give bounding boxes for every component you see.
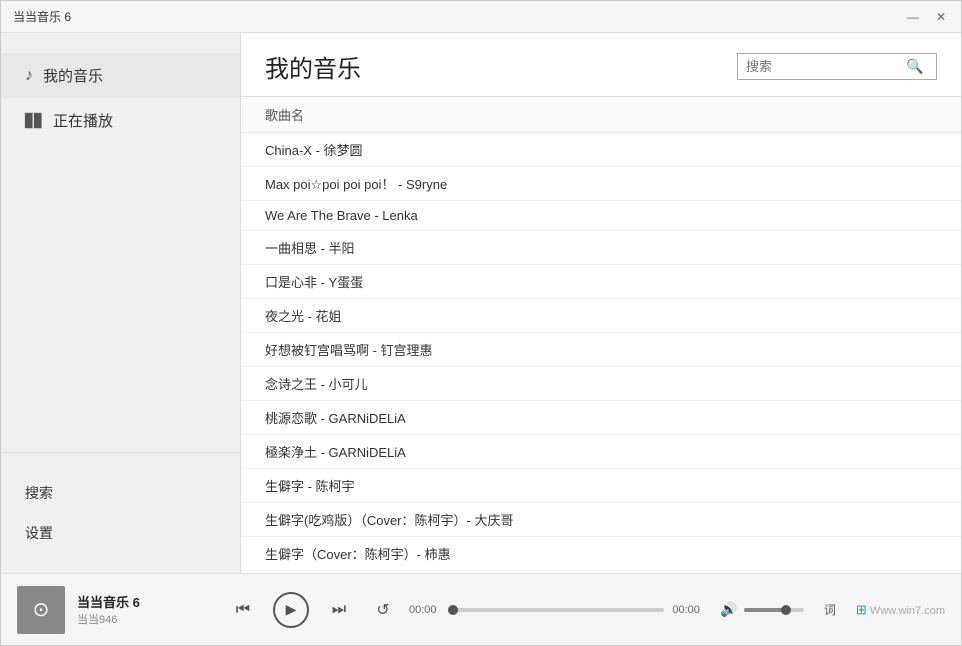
lyrics-button[interactable]: 词 [824, 601, 836, 618]
minimize-button[interactable]: — [901, 7, 925, 27]
song-list: China-X - 徐梦圆Max poi☆poi poi poi！ - S9ry… [241, 133, 961, 573]
window-controls: — ✕ [901, 7, 953, 27]
watermark-text: Www.win7.com [870, 605, 945, 617]
song-list-header: 歌曲名 [241, 97, 961, 133]
volume-dot [781, 605, 791, 615]
search-input[interactable] [746, 59, 906, 74]
song-item-7[interactable]: 念诗之王 - 小可儿 [241, 367, 961, 401]
player-controls: ⏮ ▶ ⏭ ↺ [229, 592, 397, 628]
play-button[interactable]: ▶ [273, 592, 309, 628]
sidebar-item-now-playing[interactable]: ▊▊ 正在播放 [1, 98, 240, 143]
song-item-2[interactable]: We Are The Brave - Lenka [241, 201, 961, 231]
sidebar-bottom: 搜索 设置 [1, 452, 240, 573]
progress-dot [448, 605, 458, 615]
volume-button[interactable]: 🔊 [720, 601, 737, 618]
sidebar-item-my-music-label: 我的音乐 [43, 65, 103, 86]
song-item-6[interactable]: 好想被钉宫唱骂啊 - 钉宫理惠 [241, 333, 961, 367]
next-button[interactable]: ⏭ [325, 596, 353, 624]
song-item-1[interactable]: Max poi☆poi poi poi！ - S9ryne [241, 167, 961, 201]
song-item-5[interactable]: 夜之光 - 花姐 [241, 299, 961, 333]
song-item-0[interactable]: China-X - 徐梦圆 [241, 133, 961, 167]
player-subtitle: 当当946 [77, 611, 197, 627]
progress-section: 00:00 00:00 [409, 604, 708, 616]
volume-bar[interactable] [744, 608, 804, 612]
content-header: 我的音乐 🔍 [241, 33, 961, 96]
current-time: 00:00 [409, 604, 445, 616]
song-item-4[interactable]: 口是心非 - Y蛋蛋 [241, 265, 961, 299]
search-box[interactable]: 🔍 [737, 53, 937, 80]
bars-icon: ▊▊ [25, 113, 43, 129]
prev-button[interactable]: ⏮ [229, 596, 257, 624]
player-bar: ⊙ 当当音乐 6 当当946 ⏮ ▶ ⏭ ↺ 00:00 00:00 🔊 词 ⊞… [1, 573, 961, 645]
close-button[interactable]: ✕ [929, 7, 953, 27]
sidebar-item-settings[interactable]: 设置 [1, 513, 240, 553]
sidebar-search-label: 搜索 [25, 483, 53, 503]
windows-logo-icon: ⊞ [856, 602, 867, 617]
player-app-name: 当当音乐 6 [77, 592, 197, 611]
album-art: ⊙ [17, 586, 65, 634]
repeat-button[interactable]: ↺ [369, 596, 397, 624]
song-item-9[interactable]: 極楽浄土 - GARNiDELiA [241, 435, 961, 469]
volume-section: 🔊 [720, 601, 803, 618]
sidebar: ♪ 我的音乐 ▊▊ 正在播放 搜索 设置 [1, 33, 241, 573]
main-layout: ♪ 我的音乐 ▊▊ 正在播放 搜索 设置 我的音乐 🔍 [1, 33, 961, 573]
total-time: 00:00 [672, 604, 708, 616]
title-bar: 当当音乐 6 — ✕ [1, 1, 961, 33]
sidebar-nav: ♪ 我的音乐 ▊▊ 正在播放 [1, 33, 240, 452]
music-note-icon: ♪ [25, 67, 33, 85]
player-info: 当当音乐 6 当当946 [77, 592, 197, 627]
song-item-11[interactable]: 生僻字(吃鸡版）（Cover：陈柯宇）- 大庆哥 [241, 503, 961, 537]
volume-fill [744, 608, 786, 612]
sidebar-item-search[interactable]: 搜索 [1, 473, 240, 513]
page-title: 我的音乐 [265, 49, 361, 84]
sidebar-settings-label: 设置 [25, 523, 53, 543]
content-area: 我的音乐 🔍 歌曲名 China-X - 徐梦圆Max poi☆poi poi … [241, 33, 961, 573]
app-title: 当当音乐 6 [13, 8, 71, 25]
sidebar-item-now-playing-label: 正在播放 [53, 110, 113, 131]
song-item-12[interactable]: 生僻字（Cover：陈柯宇）- 柿惠 [241, 537, 961, 571]
watermark: ⊞ Www.win7.com [856, 602, 945, 618]
album-art-icon: ⊙ [33, 597, 50, 622]
song-item-8[interactable]: 桃源恋歌 - GARNiDELiA [241, 401, 961, 435]
song-list-wrapper[interactable]: 歌曲名 China-X - 徐梦圆Max poi☆poi poi poi！ - … [241, 96, 961, 573]
song-item-10[interactable]: 生僻字 - 陈柯宇 [241, 469, 961, 503]
progress-bar[interactable] [453, 608, 664, 612]
search-icon: 🔍 [906, 58, 923, 75]
song-item-3[interactable]: 一曲相思 - 半阳 [241, 231, 961, 265]
sidebar-item-my-music[interactable]: ♪ 我的音乐 [1, 53, 240, 98]
